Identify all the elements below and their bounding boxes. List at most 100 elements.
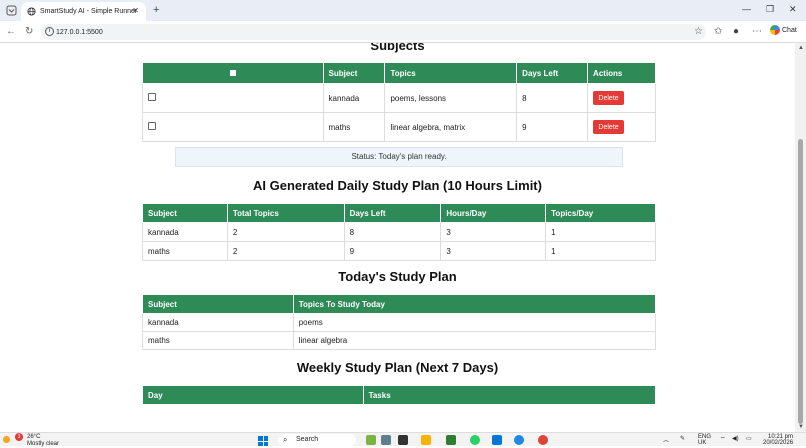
reload-icon[interactable]: ↻	[25, 26, 33, 37]
clock[interactable]: 10:21 pm 20/02/2026	[763, 434, 793, 446]
cell-topics: linear algebra, matrix	[384, 112, 518, 142]
status-message: Status: Today's plan ready.	[175, 147, 623, 167]
tab-title: SmartStudy AI - Simple Runner	[40, 8, 138, 15]
address-bar-row: ← ↻ i 127.0.0.1:5500 ☆ ✩ ● ⋯ Chat	[0, 21, 806, 43]
vscode-icon[interactable]	[492, 435, 502, 445]
weekly-plan-heading: Weekly Study Plan (Next 7 Days)	[296, 360, 499, 375]
cell-topics-day: 1	[545, 241, 656, 261]
browser-tab-bar: SmartStudy AI - Simple Runner ✕ + — ❐ ✕	[0, 0, 806, 21]
new-tab-icon[interactable]: +	[153, 4, 159, 16]
edge-icon[interactable]	[514, 435, 524, 445]
bookmark-star-icon[interactable]: ☆	[694, 26, 703, 37]
col-topics-day: Topics/Day	[545, 203, 656, 223]
cell-days-left: 9	[343, 241, 442, 261]
ai-plan-heading: AI Generated Daily Study Plan (10 Hours …	[253, 178, 542, 193]
cell-total-topics: 2	[226, 241, 345, 261]
file-explorer-icon[interactable]	[421, 435, 431, 445]
select-all-checkbox[interactable]	[229, 69, 236, 76]
cell-days-left: 8	[343, 222, 442, 242]
profile-icon[interactable]: ●	[733, 26, 739, 37]
chrome-icon[interactable]	[538, 435, 548, 445]
select-all-header[interactable]	[142, 62, 324, 84]
subjects-table: Subject Topics Days Left Actions kannada…	[142, 62, 656, 142]
back-icon[interactable]: ←	[6, 26, 16, 37]
app-icon[interactable]	[366, 435, 376, 445]
globe-icon	[27, 7, 36, 16]
col-days-left: Days Left	[516, 62, 589, 84]
more-menu-icon[interactable]: ⋯	[752, 26, 762, 37]
col-day: Day	[142, 385, 364, 405]
col-days-left: Days Left	[343, 203, 442, 223]
cell-topics: poems, lessons	[384, 83, 518, 113]
cell-total-topics: 2	[226, 222, 345, 242]
table-row: kannada poems	[142, 313, 657, 332]
page-viewport: Subjects Subject Topics Days Left Action…	[0, 43, 795, 432]
start-icon[interactable]	[258, 436, 268, 446]
cell-topics-day: 1	[545, 222, 656, 242]
table-row: kannada 2 8 3 1	[142, 222, 656, 242]
delete-button[interactable]: Delete	[593, 120, 625, 134]
task-view-icon[interactable]	[398, 435, 408, 445]
col-tasks: Tasks	[362, 385, 657, 405]
row-checkbox[interactable]	[148, 122, 156, 130]
col-subject: Subject	[142, 294, 294, 314]
restore-icon[interactable]: ❐	[766, 4, 774, 15]
col-actions: Actions	[587, 62, 656, 84]
row-checkbox[interactable]	[148, 93, 156, 101]
col-total-topics: Total Topics	[226, 203, 345, 223]
today-plan-heading: Today's Study Plan	[338, 269, 457, 284]
col-topics: Topics	[384, 62, 518, 84]
wifi-icon[interactable]: ⌔	[720, 435, 726, 443]
chat-button[interactable]: Chat	[770, 25, 797, 35]
cell-days-left: 8	[516, 83, 589, 113]
close-tab-icon[interactable]: ✕	[132, 6, 139, 15]
tab-search-icon[interactable]	[6, 5, 17, 16]
taskbar-search[interactable]: ⌕ Search	[278, 434, 356, 446]
cell-subject: maths	[322, 112, 386, 142]
favorites-icon[interactable]: ✩	[714, 26, 722, 37]
scrollbar-thumb[interactable]	[798, 139, 803, 424]
table-row: maths 2 9 3 1	[142, 241, 656, 261]
pen-icon[interactable]: ✎	[680, 435, 685, 442]
site-info-icon[interactable]: i	[45, 27, 54, 36]
cell-subject: kannada	[142, 313, 294, 332]
col-subject: Subject	[322, 62, 386, 84]
minimize-icon[interactable]: —	[742, 4, 751, 14]
show-hidden-icons-icon[interactable]: ︿	[663, 435, 669, 444]
weather-desc: Mostly clear	[27, 441, 60, 447]
taskbar: 3 26°C Mostly clear ⌕ Search ︿ ✎ ENG UK …	[0, 432, 806, 447]
table-row: maths linear algebra	[142, 331, 657, 350]
volume-icon[interactable]: ◀)	[732, 435, 739, 442]
subjects-heading: Subjects	[370, 43, 425, 53]
keyboard-layout-text: UK	[698, 440, 707, 446]
cell-subject: maths	[142, 331, 294, 350]
scroll-down-icon[interactable]: ▼	[798, 424, 804, 430]
cell-topics-today: poems	[292, 313, 657, 332]
close-window-icon[interactable]: ✕	[789, 4, 797, 15]
whatsapp-icon[interactable]	[470, 435, 480, 445]
app-icon[interactable]	[381, 435, 391, 445]
language-indicator[interactable]: ENG UK	[698, 434, 711, 446]
weather-temp: 26°C	[27, 434, 41, 440]
address-bar[interactable]: i 127.0.0.1:5500	[41, 24, 706, 40]
scroll-up-icon[interactable]: ▲	[798, 45, 804, 51]
page-scrollbar[interactable]: ▲ ▼	[795, 43, 806, 432]
chat-label: Chat	[782, 26, 797, 34]
browser-tab[interactable]: SmartStudy AI - Simple Runner ✕	[21, 2, 146, 21]
delete-button[interactable]: Delete	[593, 91, 625, 105]
weekly-plan-table: Day Tasks	[142, 385, 657, 405]
weather-badge: 3	[15, 433, 23, 441]
battery-icon[interactable]: ▭	[746, 435, 752, 442]
search-icon: ⌕	[283, 435, 288, 444]
cell-days-left: 9	[516, 112, 589, 142]
col-hours-day: Hours/Day	[440, 203, 547, 223]
table-row: kannada poems, lessons 8 Delete	[142, 83, 656, 113]
clock-date: 20/02/2026	[763, 440, 794, 446]
search-placeholder: Search	[296, 436, 319, 443]
weather-icon[interactable]	[2, 435, 11, 444]
col-subject: Subject	[142, 203, 228, 223]
app-icon[interactable]	[446, 435, 456, 445]
cell-hours-day: 3	[440, 241, 547, 261]
cell-topics-today: linear algebra	[292, 331, 657, 350]
cell-subject: maths	[142, 241, 228, 261]
